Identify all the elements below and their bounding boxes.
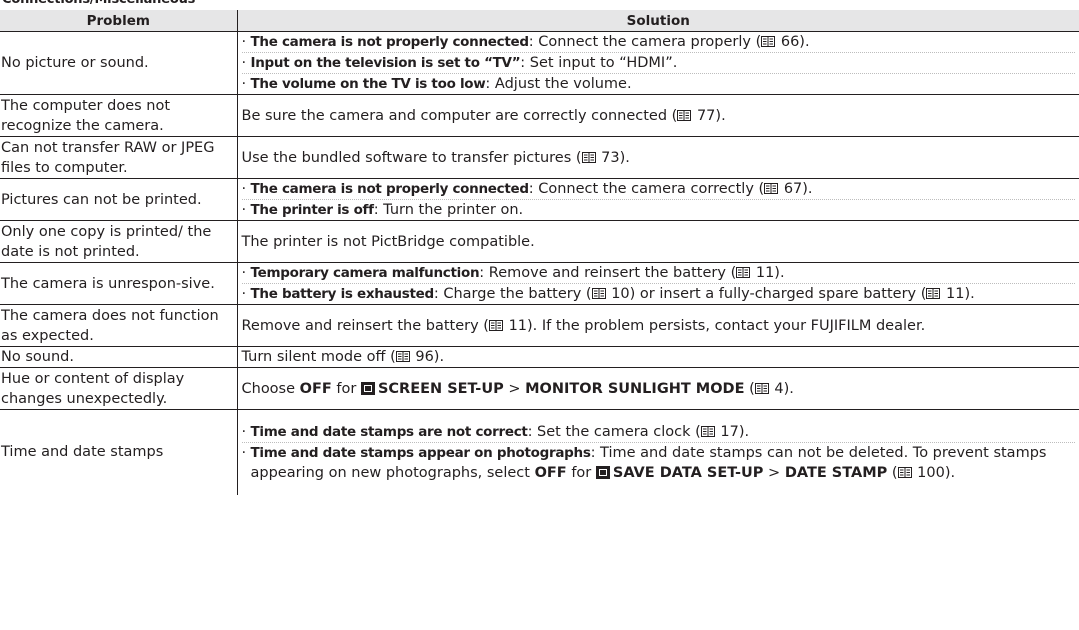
book-icon	[926, 285, 941, 299]
solution-cell: Choose OFF for SCREEN SET-UP > MONITOR S…	[237, 367, 1079, 410]
problem-cell: The computer does not recognize the came…	[0, 94, 238, 137]
solution-item: · Temporary camera malfunction: Remove an…	[241, 264, 785, 281]
table-row: No sound. Turn silent mode off ( 96).	[0, 346, 1079, 368]
table-row: The computer does not recognize the came…	[0, 94, 1079, 137]
table-row: Pictures can not be printed. · The camera…	[0, 178, 1079, 221]
table-row: Only one copy is printed/ the date is no…	[0, 220, 1079, 263]
book-icon	[897, 464, 912, 478]
problem-cell: Time and date stamps	[0, 409, 238, 495]
solution-cell: · Temporary camera malfunction: Remove an…	[237, 262, 1079, 305]
solution-cell: Remove and reinsert the battery ( 11). I…	[237, 304, 1079, 347]
screen-set-up-menu-icon	[360, 381, 375, 395]
problem-cell: Only one copy is printed/ the date is no…	[0, 220, 238, 263]
solution-cell: Turn silent mode off ( 96).	[237, 346, 1079, 368]
solution-cell: The printer is not PictBridge compatible…	[237, 220, 1079, 263]
solution-item: · The printer is off: Turn the printer on…	[241, 199, 1075, 220]
book-icon	[395, 348, 410, 362]
solution-item: · The camera is not properly connected: C…	[241, 33, 810, 50]
solution-cell: · Time and date stamps are not correct: S…	[237, 410, 1079, 495]
table-row: The camera does not function as expected…	[0, 304, 1079, 347]
problem-cell: Can not transfer RAW or JPEG files to co…	[0, 136, 238, 179]
book-icon	[591, 285, 606, 299]
problem-cell: Pictures can not be printed.	[0, 178, 238, 221]
solution-column-header: Solution	[237, 10, 1079, 32]
book-icon	[700, 423, 715, 437]
problem-cell: The camera is unrespon-sive.	[0, 262, 238, 305]
solution-item: · The volume on the TV is too low: Adjust…	[241, 73, 1075, 94]
header-row: Problem Solution	[0, 10, 1079, 32]
solution-cell: · The camera is not properly connected: C…	[237, 31, 1079, 95]
book-icon	[677, 107, 692, 121]
solution-item: · Input on the television is set to “TV”:…	[241, 52, 1075, 73]
book-icon	[581, 149, 596, 163]
book-icon	[754, 380, 769, 394]
solution-item: · Time and date stamps are not correct: S…	[241, 423, 750, 440]
book-icon	[761, 33, 776, 47]
book-icon	[736, 264, 751, 278]
troubleshooting-table: Problem Solution No picture or sound. · T…	[0, 10, 1079, 495]
problem-cell: The camera does not function as expected…	[0, 304, 238, 347]
solution-item: · The camera is not properly connected: C…	[241, 180, 813, 197]
problem-cell: No picture or sound.	[0, 31, 238, 95]
book-icon	[488, 317, 503, 331]
section-heading: Connections/Miscellaneous	[2, 0, 195, 8]
solution-cell: · The camera is not properly connected: C…	[237, 178, 1079, 221]
table-row: No picture or sound. · The camera is not …	[0, 31, 1079, 95]
save-data-set-up-menu-icon	[595, 465, 610, 479]
solution-item: · The battery is exhausted: Charge the ba…	[241, 283, 1075, 304]
solution-cell: Be sure the camera and computer are corr…	[237, 94, 1079, 137]
table-row: Hue or content of display changes unexpe…	[0, 367, 1079, 410]
solution-item: · Time and date stamps appear on photogra…	[241, 441, 1075, 483]
table-row: Time and date stamps · Time and date stam…	[0, 409, 1079, 495]
table-row: Can not transfer RAW or JPEG files to co…	[0, 136, 1079, 179]
problem-column-header: Problem	[0, 10, 238, 32]
book-icon	[764, 180, 779, 194]
solution-cell: Use the bundled software to transfer pic…	[237, 136, 1079, 179]
problem-cell: No sound.	[0, 346, 238, 368]
table-row: The camera is unrespon-sive. · Temporary …	[0, 262, 1079, 305]
problem-cell: Hue or content of display changes unexpe…	[0, 367, 238, 410]
